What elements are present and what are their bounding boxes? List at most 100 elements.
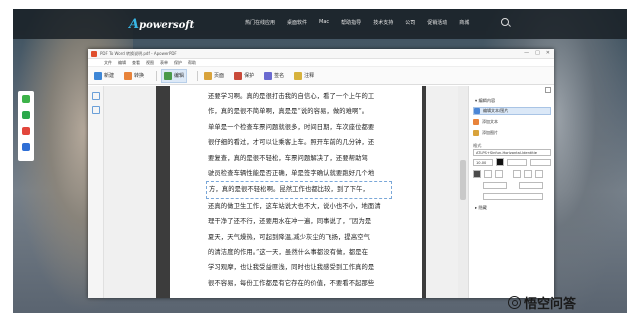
window-controls: — □ ✕ [524,50,550,56]
document-text-line[interactable]: 夏天，天气燥热，可起到降温,减少灰尘的飞扬，提高空气 [208,230,392,245]
wechat-icon[interactable] [22,95,30,103]
document-text-line[interactable]: 的清洁度的作用。”这一天，虽然什么事都没有做，都是在 [208,245,392,260]
document-page[interactable]: 还要学习啊。真的是很打击我的自信心，看了一个上午的工 作，真的是很不简单啊，真是是… [170,86,422,298]
left-tool-strip [88,86,104,298]
site-nav-item[interactable]: 热门在线应用 [245,19,275,26]
scale-select[interactable] [483,193,543,200]
align-center-icon[interactable] [484,170,492,178]
page-icon [204,71,213,80]
menu-item[interactable]: 文件 [104,60,112,66]
convert-icon [124,71,133,80]
edit-text-image-item[interactable]: 编辑文本/图片 [473,107,551,115]
edit-text-icon [474,108,480,114]
add-text-item[interactable]: 添加文本 [473,118,498,126]
bookmark-icon[interactable] [92,92,100,100]
edit-icon [164,71,173,80]
add-image-label: 添加图片 [482,130,498,135]
toolbar-sign-button[interactable]: 签名 [262,70,286,82]
italic-icon[interactable] [524,170,532,178]
site-nav-item[interactable]: 公司 [405,19,415,26]
site-nav-menu: 热门在线应用 桌面软件 Mac 帮助指导 技术支持 公司 促销活动 商城 [245,19,481,26]
section-edit-title: 编辑内容 [478,98,496,103]
new-file-icon [94,71,102,80]
comment-icon [294,71,303,80]
menu-item[interactable]: 帮助 [188,60,196,66]
site-logo[interactable]: Apowersoft [129,17,194,32]
site-nav-item[interactable]: Mac [319,19,329,26]
toolbar-shield-button[interactable]: 保护 [232,70,256,82]
toolbar-label: 转换 [134,73,145,79]
toolbar-edit-button[interactable]: 编辑 [161,68,188,83]
document-text-line[interactable]: 还要学习啊。真的是很打击我的自信心，看了一个上午的工 [208,89,392,104]
document-text-line[interactable]: 还真的做卫生工作，这车站说大也不大，说小也不小，地面清 [208,199,392,214]
font-size-select[interactable]: 10.00 [473,159,493,166]
menu-item[interactable]: 视图 [146,60,154,66]
site-nav-item[interactable]: 商城 [459,19,469,26]
section-extra[interactable]: ▸ 隐藏 [475,205,487,211]
close-icon[interactable]: ✕ [546,50,550,56]
align-right-icon[interactable] [495,170,503,178]
wukong-logo-icon [508,296,521,309]
document-text-line[interactable]: 单单是一个检查车票问题就很多，时间日期，车次座位都要 [208,120,392,135]
panel-collapse-icon[interactable] [545,87,551,93]
apowerpdf-window: PDF To Word 转换说明.pdf - ApowerPDF — □ ✕ 文件编… [88,49,554,298]
align-left-icon[interactable] [473,170,481,178]
menu-item[interactable]: 保护 [174,60,182,66]
vertical-scrollbar[interactable] [458,86,468,298]
underline-icon[interactable] [535,170,543,178]
document-text-line[interactable]: 很仔细的看过，才可以让乘客上车。照开车前的几分钟，还 [208,135,392,150]
weibo-icon[interactable] [22,127,30,135]
document-text-line[interactable]: 理干净了还不行，还要用水在冲一遍，同事说了，“因为是 [208,214,392,229]
toolbar-page-button[interactable]: 页面 [202,70,226,82]
watermark-text: 悟空问答 [524,297,577,312]
document-text-line[interactable]: 要复查，真的是很不轻松，车票问题解决了，还要帮助驾 [208,151,392,166]
text-style-select[interactable] [507,159,527,166]
font-name-select[interactable]: ATLPS+Sinfun-Horizontal-ldentitie [473,149,551,156]
toolbar-label: 新建 [104,73,115,79]
thumbnail-icon[interactable] [92,106,100,114]
indent-select[interactable] [519,182,543,189]
toolbar-label: 注释 [304,73,315,79]
site-nav-item[interactable]: 桌面软件 [287,19,307,26]
document-text-line[interactable]: 作，真的是很不简单啊，真是是“说的容易，做的难啊”。 [208,104,392,119]
char-spacing-select[interactable] [530,159,551,166]
add-text-icon [473,119,479,125]
toolbar-new-file-button[interactable]: 新建 [92,70,116,82]
scrollbar-thumb[interactable] [460,160,466,200]
maximize-icon[interactable]: □ [535,50,540,56]
toolbar-separator [156,70,158,81]
search-icon[interactable] [501,18,509,26]
window-titlebar: PDF To Word 转换说明.pdf - ApowerPDF — □ ✕ [88,49,554,59]
menu-item[interactable]: 查看 [132,60,140,66]
menu-item[interactable]: 表单 [160,60,168,66]
window-title: PDF To Word 转换说明.pdf - ApowerPDF [100,51,177,56]
document-text-line[interactable]: 学习观摩，也让我受益匪浅，同时也让我感受到工作真的是 [208,260,392,275]
toolbar-label: 页面 [214,73,225,79]
toolbar-label: 编辑 [174,73,185,79]
minimize-icon[interactable]: — [524,50,529,56]
section-extra-title: 隐藏 [478,205,487,210]
selected-text-line[interactable]: 方，真的是很不轻松啊。昆然工作也都比较，到了下午， [206,181,392,199]
site-top-navigation: Apowersoft 热门在线应用 桌面软件 Mac 帮助指导 技术支持 公司 促销活动 商城 [13,9,627,39]
bold-icon[interactable] [513,170,521,178]
toolbar-convert-button[interactable]: 转换 [122,70,146,82]
qq-icon[interactable] [22,111,30,119]
site-nav-item[interactable]: 技术支持 [373,19,393,26]
site-nav-item[interactable]: 促销活动 [427,19,447,26]
share-sidebar [18,91,34,161]
toolbar-separator [197,70,199,81]
menu-item[interactable]: 编辑 [118,60,126,66]
add-image-item[interactable]: 添加图片 [473,129,498,137]
main-toolbar: 新建 转换 编辑 页面 保护 签名 注释 [88,67,554,85]
message-icon[interactable] [22,143,30,151]
section-edit-content[interactable]: ▾ 编辑内容 [475,98,495,104]
document-text-line[interactable]: 驶员检查车辆性能是否正确，单是签字确认就要跑好几个地 [208,166,392,181]
site-nav-item[interactable]: 帮助指导 [341,19,361,26]
line-spacing-select[interactable] [483,182,507,189]
font-color-swatch[interactable] [496,158,504,166]
menu-bar: 文件 编辑 查看 视图 表单 保护 帮助 [88,59,554,67]
logo-letter: A [129,17,140,32]
toolbar-comment-button[interactable]: 注释 [292,70,316,82]
logo-text: powersoft [139,20,195,31]
document-text-line[interactable]: 很不容易，每份工作都是有它存在的价值，不要看不起那些 [208,276,392,291]
